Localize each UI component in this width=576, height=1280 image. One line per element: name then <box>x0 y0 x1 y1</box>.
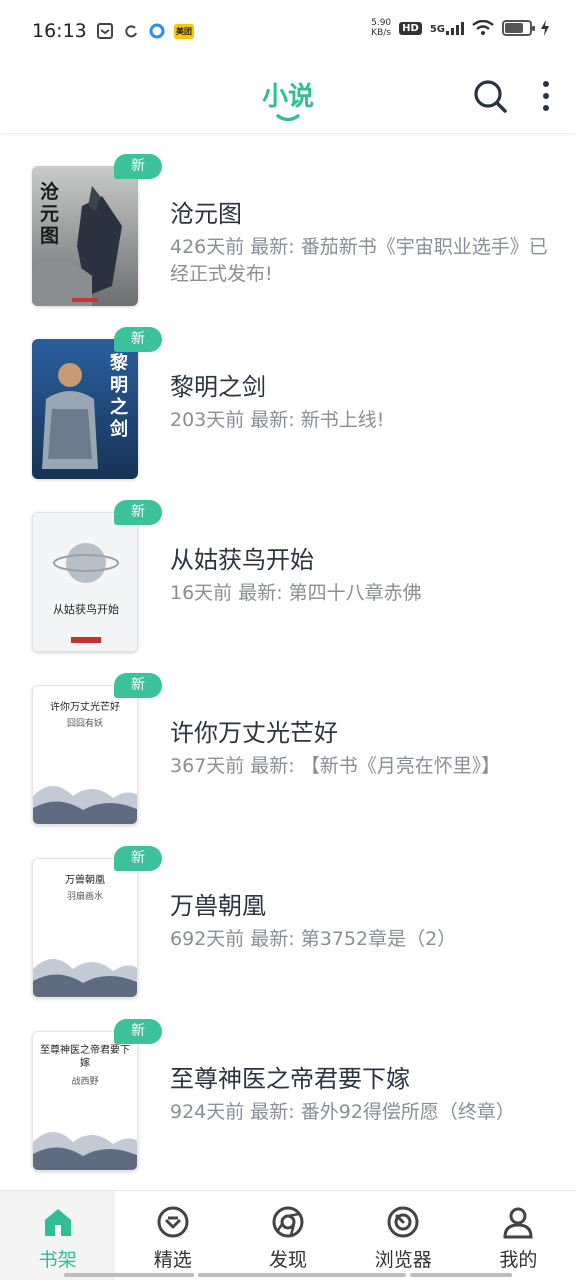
book-latest-update: 924天前 最新: 番外92得偿所愿（终章） <box>170 1101 515 1123</box>
cover-title: 至尊神医之帝君要下嫁 <box>40 1045 130 1069</box>
wifi-icon <box>472 20 494 35</box>
cover-text: 从姑获鸟开始 <box>53 602 119 616</box>
meituan-icon: 美团 <box>174 23 194 39</box>
gesture-bar[interactable] <box>64 1273 194 1277</box>
book-title: 沧元图 <box>170 200 242 228</box>
net-speed: 5.90 KB/s <box>371 18 391 38</box>
browser-icon <box>387 1206 419 1238</box>
new-badge: 新 <box>114 154 162 179</box>
book-item[interactable]: 沧 元 图 新 沧元图 426天前 最新: 番茄新书《宇宙职业选手》已经正式发布… <box>0 134 576 307</box>
book-title: 至尊神医之帝君要下嫁 <box>170 1065 410 1093</box>
nav-item-profile[interactable]: 我的 <box>461 1191 576 1280</box>
cover-mountains <box>33 1132 137 1170</box>
more-vertical-icon[interactable] <box>534 76 558 116</box>
notification-icon <box>97 23 113 39</box>
signal-icon <box>446 22 464 35</box>
search-icon[interactable] <box>470 76 510 116</box>
circle-app-icon <box>149 23 165 39</box>
book-item[interactable]: 从姑获鸟开始 新 从姑获鸟开始 16天前 最新: 第四十八章赤佛 <box>0 480 576 653</box>
nav-item-discover[interactable]: 发现 <box>230 1191 345 1280</box>
book-latest-update: 367天前 最新: 【新书《月亮在怀里》】 <box>170 755 501 777</box>
network-type: 5G <box>429 24 445 35</box>
status-right-icons: 5.90 KB/s HD 5G <box>371 18 550 38</box>
featured-icon <box>157 1206 189 1238</box>
book-latest-update: 203天前 最新: 新书上线! <box>170 409 385 431</box>
profile-icon <box>503 1207 533 1239</box>
gesture-bar[interactable] <box>198 1273 406 1277</box>
new-badge: 新 <box>114 846 162 871</box>
title-underline-icon <box>276 114 300 122</box>
new-badge: 新 <box>114 327 162 352</box>
net-speed-unit: KB/s <box>371 28 392 38</box>
home-icon <box>44 1209 71 1236</box>
nav-label: 浏览器 <box>374 1249 432 1271</box>
book-item[interactable]: 万兽朝凰 羽扇画水 新 万兽朝凰 692天前 最新: 第3752章是（2） <box>0 826 576 999</box>
discover-icon <box>272 1206 304 1238</box>
sync-icon <box>125 25 137 38</box>
book-title: 许你万丈光芒好 <box>170 719 338 747</box>
cover-title: 许你万丈光芒好 <box>50 702 120 713</box>
cover-text: 沧 <box>40 180 59 203</box>
status-bar: 16:13 美团 5.90 KB/s HD 5G <box>0 0 576 64</box>
cover-author: 囧囧有妖 <box>66 719 103 729</box>
cover-text: 剑 <box>109 418 128 440</box>
bookshelf-list: 沧 元 图 新 沧元图 426天前 最新: 番茄新书《宇宙职业选手》已经正式发布… <box>0 134 576 1172</box>
book-latest-update: 16天前 最新: 第四十八章赤佛 <box>170 582 422 604</box>
book-latest-update: 426天前 最新: 番茄新书《宇宙职业选手》已经正式发布! <box>170 236 548 285</box>
nav-label: 我的 <box>499 1249 538 1271</box>
book-cover[interactable]: 万兽朝凰 羽扇画水 <box>32 858 138 998</box>
book-item[interactable]: 至尊神医之帝君要下嫁 战西野 新 至尊神医之帝君要下嫁 924天前 最新: 番外… <box>0 999 576 1172</box>
book-cover[interactable]: 沧 元 图 <box>32 166 138 306</box>
cover-mountains <box>33 786 137 824</box>
cover-mountains <box>33 959 137 997</box>
nav-label: 精选 <box>153 1249 192 1271</box>
book-title: 黎明之剑 <box>170 373 266 401</box>
nav-item-browser[interactable]: 浏览器 <box>346 1191 461 1280</box>
cover-author: 战西野 <box>71 1077 99 1087</box>
nav-item-bookshelf[interactable]: 书架 <box>0 1191 116 1280</box>
bottom-nav: 书架 精选 发现 浏览器 我的 <box>0 1190 576 1280</box>
cover-text: 黎 <box>110 352 128 374</box>
cover-author: 羽扇画水 <box>66 892 103 902</box>
book-title: 从姑获鸟开始 <box>170 546 314 574</box>
book-cover[interactable]: 至尊神医之帝君要下嫁 战西野 <box>32 1031 138 1171</box>
cover-text: 明 <box>110 375 128 396</box>
net-speed-value: 5.90 <box>371 18 392 28</box>
nav-label: 发现 <box>269 1249 308 1271</box>
book-cover[interactable]: 从姑获鸟开始 <box>32 512 138 652</box>
new-badge: 新 <box>114 1019 162 1044</box>
cover-text: 之 <box>110 396 128 418</box>
app-header: 小说 <box>0 64 576 134</box>
status-left-icons: 美团 <box>96 22 194 40</box>
new-badge: 新 <box>114 500 162 525</box>
new-badge: 新 <box>114 673 162 698</box>
battery-icon <box>502 20 535 36</box>
nav-item-featured[interactable]: 精选 <box>115 1191 230 1280</box>
book-latest-update: 692天前 最新: 第3752章是（2） <box>170 928 457 950</box>
book-title: 万兽朝凰 <box>170 892 266 920</box>
cover-title: 万兽朝凰 <box>65 875 105 886</box>
book-item[interactable]: 许你万丈光芒好 囧囧有妖 新 许你万丈光芒好 367天前 最新: 【新书《月亮在… <box>0 653 576 826</box>
book-cover[interactable]: 黎 明 之 剑 <box>32 339 138 479</box>
cover-text: 图 <box>40 225 59 247</box>
book-cover[interactable]: 许你万丈光芒好 囧囧有妖 <box>32 685 138 825</box>
battery-fill <box>505 23 523 33</box>
book-item[interactable]: 黎 明 之 剑 新 黎明之剑 203天前 最新: 新书上线! <box>0 307 576 480</box>
charging-icon <box>541 20 549 36</box>
gesture-bar[interactable] <box>410 1273 512 1277</box>
hd-badge: HD <box>399 21 422 35</box>
nav-label: 书架 <box>38 1249 77 1271</box>
status-time: 16:13 <box>32 20 87 42</box>
cover-text: 元 <box>40 203 59 225</box>
signal-indicator: 5G <box>430 21 464 35</box>
